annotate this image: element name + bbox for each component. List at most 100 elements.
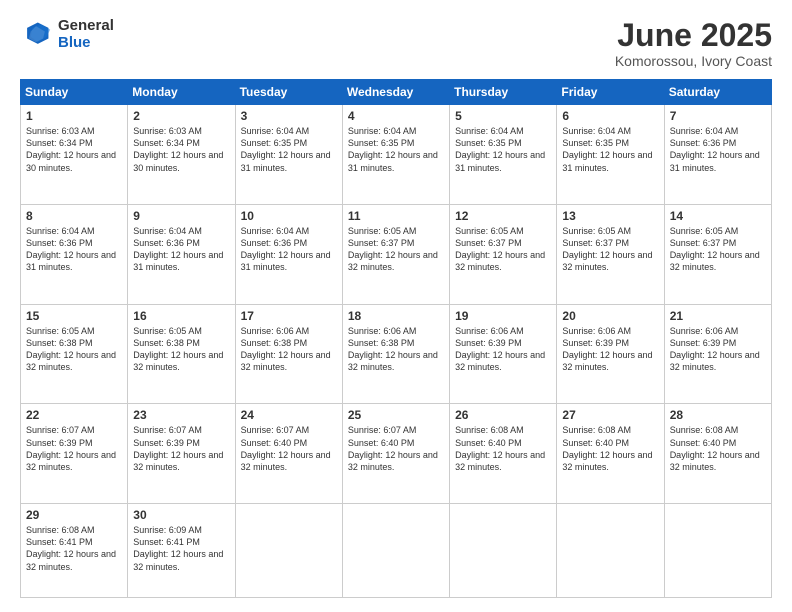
calendar-cell [450, 504, 557, 598]
logo-text: General Blue [58, 18, 114, 51]
day-info: Sunrise: 6:07 AM Sunset: 6:39 PM Dayligh… [26, 424, 122, 473]
sunset-label: Sunset: 6:35 PM [241, 138, 308, 148]
col-saturday: Saturday [664, 80, 771, 105]
calendar-cell [664, 504, 771, 598]
sunrise-label: Sunrise: 6:06 AM [562, 326, 631, 336]
sunrise-label: Sunrise: 6:04 AM [26, 226, 95, 236]
sunrise-label: Sunrise: 6:05 AM [670, 226, 739, 236]
day-info: Sunrise: 6:05 AM Sunset: 6:38 PM Dayligh… [26, 325, 122, 374]
day-number: 18 [348, 309, 444, 323]
daylight-label: Daylight: 12 hours and 32 minutes. [26, 350, 116, 372]
sunset-label: Sunset: 6:41 PM [133, 537, 200, 547]
day-info: Sunrise: 6:04 AM Sunset: 6:36 PM Dayligh… [133, 225, 229, 274]
sunrise-label: Sunrise: 6:09 AM [133, 525, 202, 535]
sunset-label: Sunset: 6:40 PM [348, 438, 415, 448]
calendar-cell: 30 Sunrise: 6:09 AM Sunset: 6:41 PM Dayl… [128, 504, 235, 598]
calendar-row: 8 Sunrise: 6:04 AM Sunset: 6:36 PM Dayli… [21, 204, 772, 304]
day-info: Sunrise: 6:04 AM Sunset: 6:36 PM Dayligh… [241, 225, 337, 274]
daylight-label: Daylight: 12 hours and 30 minutes. [133, 150, 223, 172]
day-info: Sunrise: 6:07 AM Sunset: 6:39 PM Dayligh… [133, 424, 229, 473]
sunset-label: Sunset: 6:37 PM [670, 238, 737, 248]
calendar-row: 15 Sunrise: 6:05 AM Sunset: 6:38 PM Dayl… [21, 304, 772, 404]
sunrise-label: Sunrise: 6:05 AM [562, 226, 631, 236]
sunrise-label: Sunrise: 6:04 AM [455, 126, 524, 136]
day-number: 12 [455, 209, 551, 223]
daylight-label: Daylight: 12 hours and 32 minutes. [562, 250, 652, 272]
sunset-label: Sunset: 6:39 PM [26, 438, 93, 448]
calendar-cell: 11 Sunrise: 6:05 AM Sunset: 6:37 PM Dayl… [342, 204, 449, 304]
sunrise-label: Sunrise: 6:08 AM [670, 425, 739, 435]
daylight-label: Daylight: 12 hours and 32 minutes. [133, 350, 223, 372]
day-number: 10 [241, 209, 337, 223]
sunrise-label: Sunrise: 6:06 AM [670, 326, 739, 336]
calendar-cell: 26 Sunrise: 6:08 AM Sunset: 6:40 PM Dayl… [450, 404, 557, 504]
day-info: Sunrise: 6:04 AM Sunset: 6:35 PM Dayligh… [455, 125, 551, 174]
sunset-label: Sunset: 6:35 PM [348, 138, 415, 148]
day-number: 25 [348, 408, 444, 422]
calendar-cell: 19 Sunrise: 6:06 AM Sunset: 6:39 PM Dayl… [450, 304, 557, 404]
daylight-label: Daylight: 12 hours and 32 minutes. [455, 450, 545, 472]
daylight-label: Daylight: 12 hours and 32 minutes. [348, 250, 438, 272]
day-info: Sunrise: 6:03 AM Sunset: 6:34 PM Dayligh… [133, 125, 229, 174]
day-info: Sunrise: 6:04 AM Sunset: 6:35 PM Dayligh… [241, 125, 337, 174]
sunrise-label: Sunrise: 6:05 AM [348, 226, 417, 236]
sunrise-label: Sunrise: 6:04 AM [562, 126, 631, 136]
sunset-label: Sunset: 6:41 PM [26, 537, 93, 547]
day-number: 13 [562, 209, 658, 223]
daylight-label: Daylight: 12 hours and 31 minutes. [670, 150, 760, 172]
calendar-row: 1 Sunrise: 6:03 AM Sunset: 6:34 PM Dayli… [21, 105, 772, 205]
calendar-cell: 17 Sunrise: 6:06 AM Sunset: 6:38 PM Dayl… [235, 304, 342, 404]
day-info: Sunrise: 6:08 AM Sunset: 6:40 PM Dayligh… [455, 424, 551, 473]
sunset-label: Sunset: 6:34 PM [133, 138, 200, 148]
sunset-label: Sunset: 6:39 PM [455, 338, 522, 348]
col-friday: Friday [557, 80, 664, 105]
sunset-label: Sunset: 6:36 PM [133, 238, 200, 248]
calendar-cell: 15 Sunrise: 6:05 AM Sunset: 6:38 PM Dayl… [21, 304, 128, 404]
day-info: Sunrise: 6:07 AM Sunset: 6:40 PM Dayligh… [241, 424, 337, 473]
logo-icon [20, 19, 52, 51]
calendar-cell: 29 Sunrise: 6:08 AM Sunset: 6:41 PM Dayl… [21, 504, 128, 598]
day-number: 28 [670, 408, 766, 422]
day-number: 20 [562, 309, 658, 323]
day-number: 21 [670, 309, 766, 323]
day-info: Sunrise: 6:05 AM Sunset: 6:37 PM Dayligh… [455, 225, 551, 274]
sunrise-label: Sunrise: 6:04 AM [133, 226, 202, 236]
day-info: Sunrise: 6:05 AM Sunset: 6:37 PM Dayligh… [348, 225, 444, 274]
calendar-cell: 3 Sunrise: 6:04 AM Sunset: 6:35 PM Dayli… [235, 105, 342, 205]
sunrise-label: Sunrise: 6:04 AM [348, 126, 417, 136]
sunrise-label: Sunrise: 6:03 AM [133, 126, 202, 136]
day-info: Sunrise: 6:05 AM Sunset: 6:37 PM Dayligh… [562, 225, 658, 274]
day-number: 6 [562, 109, 658, 123]
day-info: Sunrise: 6:04 AM Sunset: 6:36 PM Dayligh… [26, 225, 122, 274]
calendar-cell: 5 Sunrise: 6:04 AM Sunset: 6:35 PM Dayli… [450, 105, 557, 205]
day-number: 30 [133, 508, 229, 522]
day-info: Sunrise: 6:08 AM Sunset: 6:40 PM Dayligh… [562, 424, 658, 473]
col-thursday: Thursday [450, 80, 557, 105]
day-number: 11 [348, 209, 444, 223]
sunset-label: Sunset: 6:40 PM [670, 438, 737, 448]
sunset-label: Sunset: 6:40 PM [241, 438, 308, 448]
daylight-label: Daylight: 12 hours and 31 minutes. [26, 250, 116, 272]
sunrise-label: Sunrise: 6:07 AM [133, 425, 202, 435]
sunrise-label: Sunrise: 6:04 AM [241, 126, 310, 136]
header: General Blue June 2025 Komorossou, Ivory… [20, 18, 772, 69]
sunset-label: Sunset: 6:36 PM [241, 238, 308, 248]
page: General Blue June 2025 Komorossou, Ivory… [0, 0, 792, 612]
calendar-cell: 4 Sunrise: 6:04 AM Sunset: 6:35 PM Dayli… [342, 105, 449, 205]
day-info: Sunrise: 6:03 AM Sunset: 6:34 PM Dayligh… [26, 125, 122, 174]
sunset-label: Sunset: 6:38 PM [348, 338, 415, 348]
calendar-cell: 7 Sunrise: 6:04 AM Sunset: 6:36 PM Dayli… [664, 105, 771, 205]
daylight-label: Daylight: 12 hours and 32 minutes. [455, 250, 545, 272]
sunset-label: Sunset: 6:35 PM [562, 138, 629, 148]
sunset-label: Sunset: 6:35 PM [455, 138, 522, 148]
logo: General Blue [20, 18, 114, 51]
logo-blue-text: Blue [58, 35, 114, 52]
day-number: 23 [133, 408, 229, 422]
day-info: Sunrise: 6:06 AM Sunset: 6:39 PM Dayligh… [670, 325, 766, 374]
day-info: Sunrise: 6:04 AM Sunset: 6:35 PM Dayligh… [562, 125, 658, 174]
day-info: Sunrise: 6:08 AM Sunset: 6:41 PM Dayligh… [26, 524, 122, 573]
calendar-cell: 2 Sunrise: 6:03 AM Sunset: 6:34 PM Dayli… [128, 105, 235, 205]
sunset-label: Sunset: 6:37 PM [455, 238, 522, 248]
daylight-label: Daylight: 12 hours and 32 minutes. [455, 350, 545, 372]
page-subtitle: Komorossou, Ivory Coast [615, 53, 772, 69]
